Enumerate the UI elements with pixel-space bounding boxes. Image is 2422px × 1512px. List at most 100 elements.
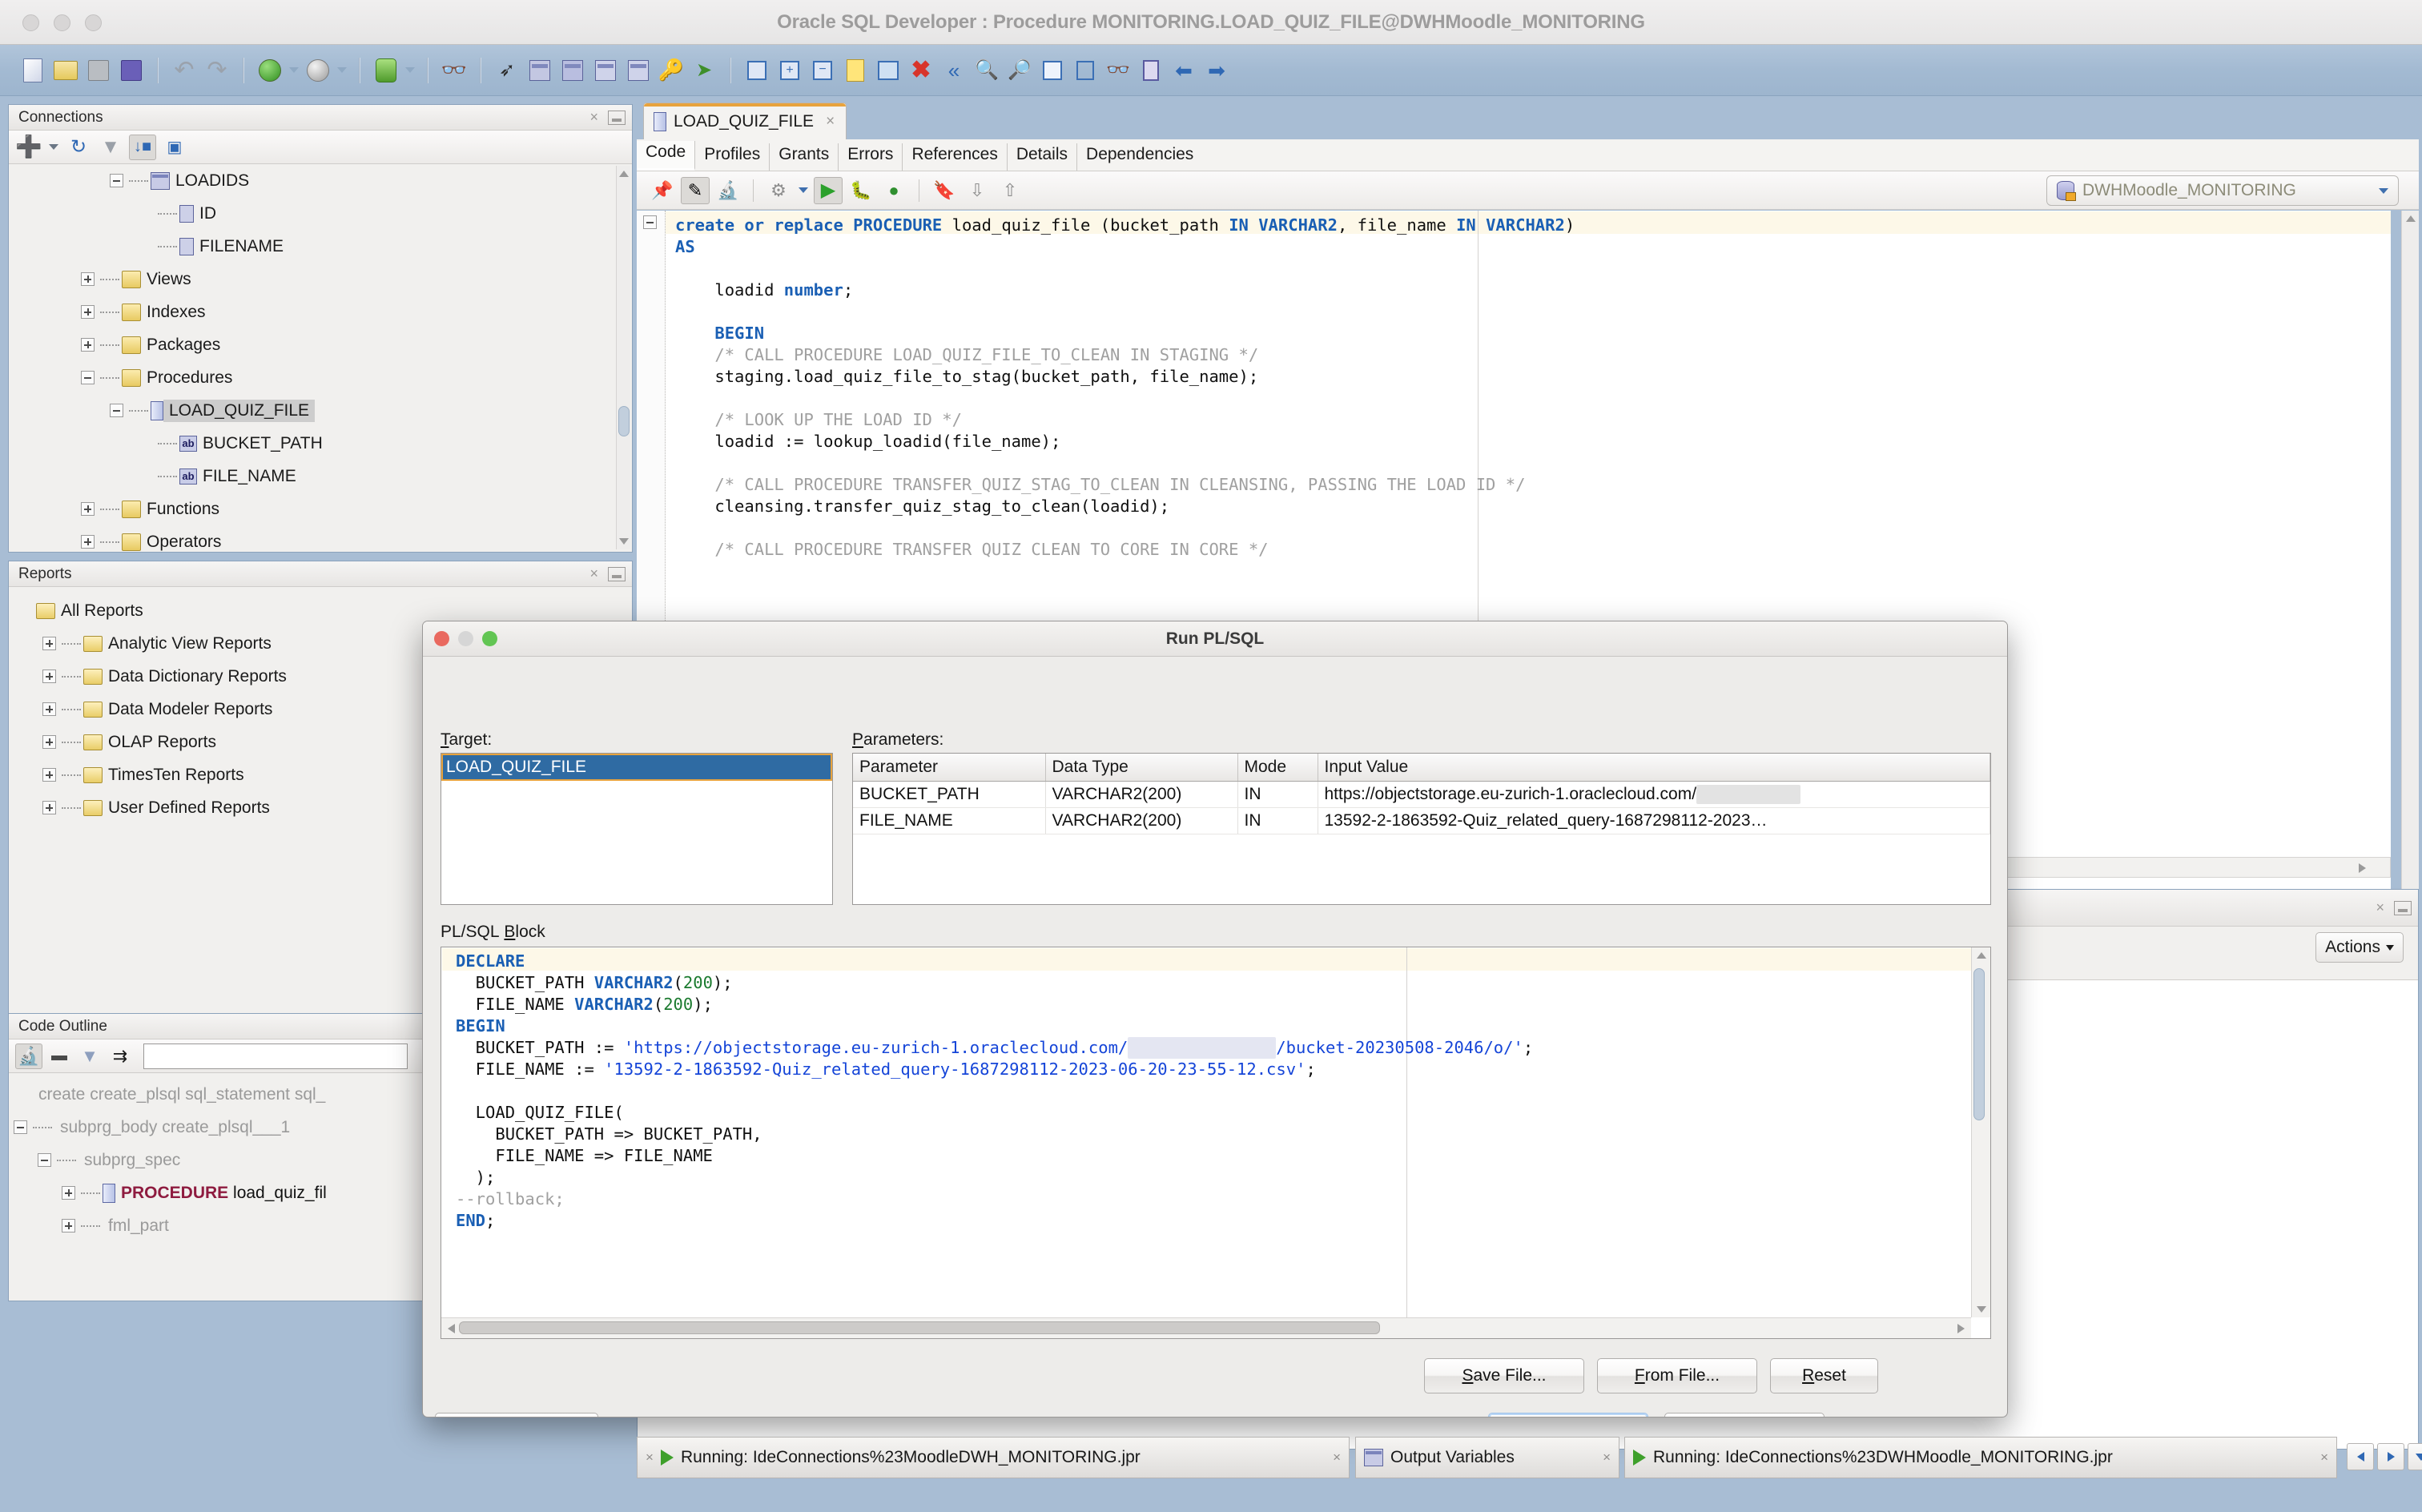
filter-icon[interactable]: ▼: [97, 135, 124, 160]
editor-tab-close-icon[interactable]: ×: [826, 113, 835, 131]
tree-node[interactable]: LOADIDS: [9, 164, 614, 197]
edit-icon[interactable]: ✎: [681, 177, 710, 204]
refresh-icon[interactable]: ↻: [65, 135, 92, 160]
new-connection-dropdown-icon[interactable]: [47, 132, 60, 163]
outline-node[interactable]: subprg_body create_plsql___1: [9, 1111, 456, 1144]
code-outline-tree[interactable]: create create_plsql sql_statement sql_su…: [9, 1075, 456, 1301]
key-icon[interactable]: 🔑: [656, 55, 686, 86]
cell-input-value[interactable]: https://objectstorage.eu-zurich-1.oracle…: [1318, 782, 1990, 808]
tab-next-icon[interactable]: [2377, 1443, 2404, 1470]
subtab-references[interactable]: References: [903, 143, 1007, 171]
expand-icon[interactable]: [42, 768, 56, 782]
next-bookmark-icon[interactable]: ⇩: [963, 177, 992, 204]
subtab-errors[interactable]: Errors: [839, 143, 903, 171]
expand-icon[interactable]: [81, 535, 95, 549]
tab-list-icon[interactable]: [2408, 1443, 2422, 1470]
close-icon[interactable]: ×: [589, 565, 598, 582]
expand-icon[interactable]: [81, 338, 95, 352]
tree-node[interactable]: FILENAME: [9, 230, 614, 263]
status-tab-running-moodledwh[interactable]: × Running: IdeConnections%23MoodleDWH_MO…: [637, 1437, 1350, 1478]
redo-icon[interactable]: ↷: [202, 55, 232, 86]
status-tab-nav[interactable]: [2347, 1443, 2422, 1470]
reset-button[interactable]: Reset: [1770, 1358, 1878, 1393]
new-connection-icon[interactable]: ➕: [15, 135, 42, 160]
undo-icon[interactable]: ↶: [169, 55, 199, 86]
scroll-down-icon[interactable]: [1977, 1306, 1986, 1313]
expand-icon[interactable]: [42, 735, 56, 749]
profile-icon[interactable]: ●: [879, 177, 908, 204]
save-file-button[interactable]: Save File...: [1424, 1358, 1584, 1393]
tree-node[interactable]: abFILE_NAME: [9, 460, 614, 493]
code-fold-toggle[interactable]: [643, 215, 657, 229]
parameters-table[interactable]: Parameter Data Type Mode Input Value BUC…: [852, 753, 1991, 905]
block-horizontal-scrollbar[interactable]: [441, 1317, 1971, 1338]
tree-node[interactable]: Indexes: [9, 296, 614, 328]
image-icon[interactable]: [873, 55, 903, 86]
chevron-down-icon[interactable]: [2379, 188, 2388, 194]
new-document-icon[interactable]: [840, 55, 871, 86]
table-row[interactable]: BUCKET_PATHVARCHAR2(200)INhttps://object…: [853, 782, 1990, 808]
window-add-icon[interactable]: +: [774, 55, 805, 86]
save-all-icon[interactable]: [116, 55, 147, 86]
export-data-icon[interactable]: [623, 55, 654, 86]
prev-bookmark-icon[interactable]: ⇧: [996, 177, 1024, 204]
tree-node[interactable]: Operators: [9, 525, 614, 552]
copy-window-icon[interactable]: [1070, 55, 1100, 86]
collapse-icon[interactable]: [110, 404, 123, 417]
column-header-data-type[interactable]: Data Type: [1045, 754, 1237, 782]
column-icon[interactable]: [1136, 55, 1166, 86]
filter-icon[interactable]: ▼: [76, 1044, 103, 1069]
block-h-scroll-thumb[interactable]: [459, 1321, 1380, 1334]
new-file-icon[interactable]: [18, 55, 48, 86]
delete-x-icon[interactable]: ✖: [906, 55, 936, 86]
column-header-mode[interactable]: Mode: [1237, 754, 1318, 782]
expand-icon[interactable]: [42, 637, 56, 650]
microscope-icon[interactable]: 🔬: [714, 177, 742, 204]
forward-arrow-icon[interactable]: ➡: [1201, 55, 1232, 86]
navigate-back-dropdown-icon[interactable]: [288, 55, 300, 86]
tree-node[interactable]: Procedures: [9, 361, 614, 394]
cell-input-value[interactable]: 13592-2-1863592-Quiz_related_query-16872…: [1318, 808, 1990, 834]
outline-node[interactable]: PROCEDURE load_quiz_fil: [9, 1176, 456, 1209]
back-arrow-icon[interactable]: ⬅: [1169, 55, 1199, 86]
navigate-forward-dropdown-icon[interactable]: [336, 55, 348, 86]
collapse-icon[interactable]: [14, 1120, 27, 1134]
tree-node[interactable]: LOAD_QUIZ_FILE: [9, 394, 614, 427]
scroll-up-icon[interactable]: [1977, 952, 1986, 959]
expand-icon[interactable]: [81, 502, 95, 516]
expand-icon[interactable]: [81, 272, 95, 286]
sort-icon[interactable]: ↓■: [129, 135, 156, 160]
outline-node[interactable]: subprg_spec: [9, 1144, 456, 1176]
fit-icon[interactable]: [1037, 55, 1068, 86]
expand-icon[interactable]: [42, 801, 56, 814]
window-zoom-button[interactable]: [85, 14, 102, 31]
editor-vertical-scrollbar[interactable]: [2401, 211, 2419, 915]
expand-icon[interactable]: [42, 670, 56, 683]
status-tab-output-variables[interactable]: Output Variables ×: [1355, 1437, 1619, 1478]
view-glasses-icon[interactable]: [557, 55, 588, 86]
tree-node[interactable]: Packages: [9, 328, 614, 361]
collapse-icon[interactable]: [38, 1153, 51, 1167]
collapse-icon[interactable]: [81, 371, 95, 384]
column-header-parameter[interactable]: Parameter: [853, 754, 1045, 782]
expand-icon[interactable]: [42, 702, 56, 716]
help-button[interactable]: Help: [435, 1413, 598, 1418]
close-icon[interactable]: ×: [1333, 1450, 1341, 1466]
subtab-dependencies[interactable]: Dependencies: [1077, 143, 1202, 171]
tree-node[interactable]: Functions: [9, 493, 614, 525]
save-icon[interactable]: [83, 55, 114, 86]
status-tab-running-dwhmoodle[interactable]: Running: IdeConnections%23DWHMoodle_MONI…: [1624, 1437, 2337, 1478]
block-vertical-scrollbar[interactable]: [1971, 947, 1990, 1317]
plsql-block-editor[interactable]: DECLARE BUCKET_PATH VARCHAR2(200); FILE_…: [441, 947, 1991, 1339]
run-sql-user-icon[interactable]: [371, 55, 401, 86]
minimize-icon[interactable]: [608, 111, 626, 125]
tab-prev-icon[interactable]: [2347, 1443, 2374, 1470]
minimize-icon[interactable]: [608, 567, 626, 581]
open-folder-icon[interactable]: [50, 55, 81, 86]
find-binoculars-icon[interactable]: 👓: [439, 55, 469, 86]
window-close-button[interactable]: [22, 14, 39, 31]
tree-node[interactable]: Views: [9, 263, 614, 296]
sync-icon[interactable]: ⇉: [107, 1044, 134, 1069]
navigate-back-icon[interactable]: [255, 55, 285, 86]
run-icon[interactable]: ▶: [814, 177, 843, 204]
